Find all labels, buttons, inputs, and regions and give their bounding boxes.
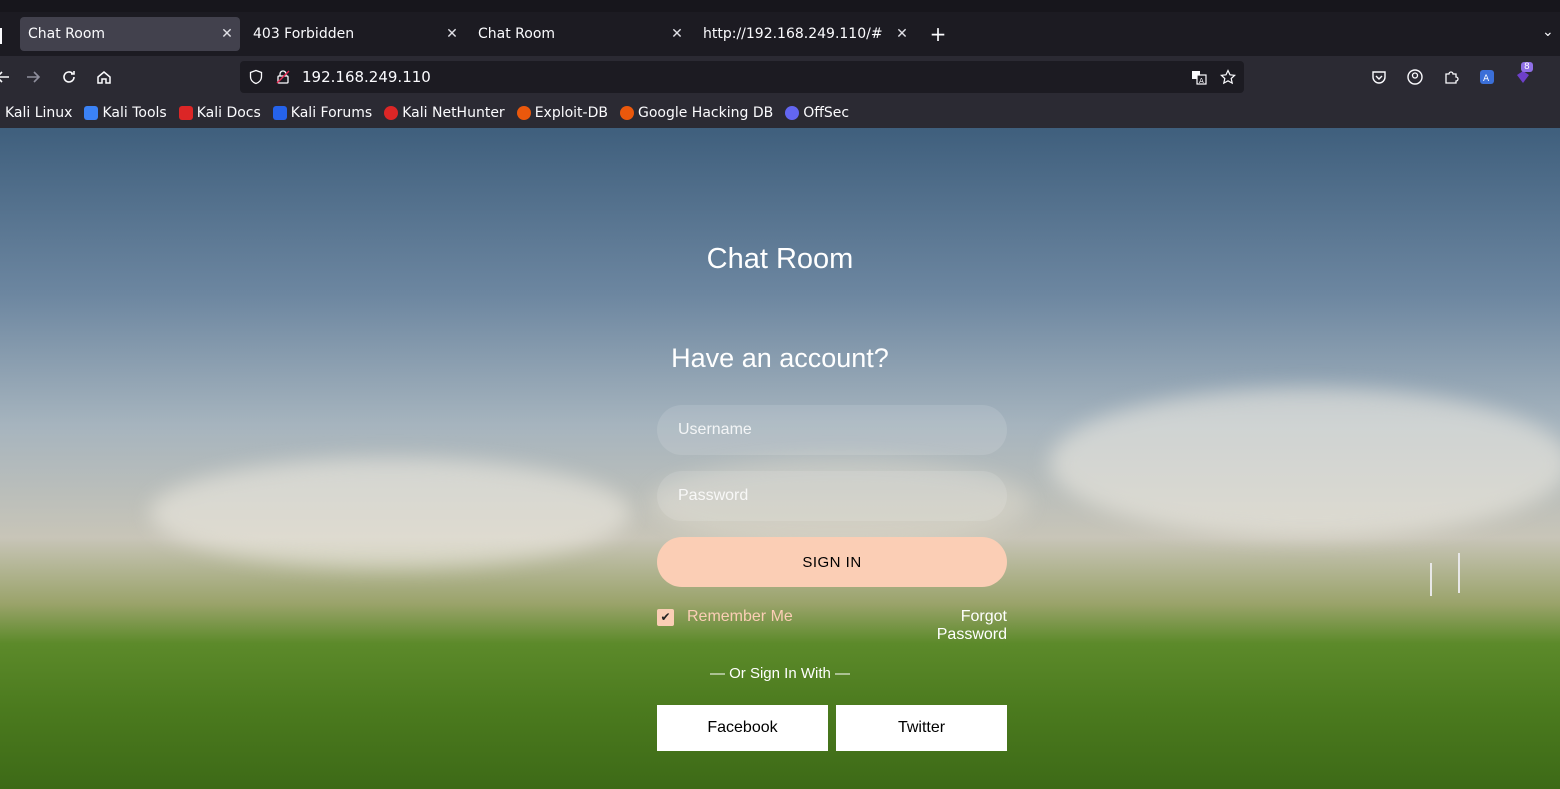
bookmark-label: Google Hacking DB	[637, 105, 774, 121]
username-input[interactable]	[657, 405, 1007, 455]
bookmark-kali-docs[interactable]: Kali Docs	[178, 105, 261, 121]
exploit-db-icon	[516, 106, 531, 120]
bookmark-kali-linux[interactable]: Kali Linux	[5, 105, 72, 121]
pocket-icon	[1372, 71, 1386, 84]
puzzle-icon	[1445, 71, 1459, 84]
extensions-button[interactable]	[1438, 64, 1464, 90]
shield-icon[interactable]	[247, 68, 265, 86]
svg-text:A: A	[1199, 77, 1204, 85]
account-button[interactable]	[1402, 64, 1428, 90]
password-input[interactable]	[657, 471, 1007, 521]
back-button[interactable]	[0, 64, 16, 90]
account-icon	[1407, 69, 1423, 85]
svg-text:A: A	[1483, 74, 1490, 84]
bookmarks-bar: Kali Linux Kali Tools Kali Docs Kali For…	[0, 98, 1560, 128]
forward-arrow-icon	[27, 71, 41, 83]
bookmark-label: Kali Tools	[102, 105, 167, 121]
remember-me[interactable]: ✔ Remember Me	[657, 608, 793, 626]
url-text: 192.168.249.110	[302, 68, 431, 86]
bookmark-exploit-db[interactable]: Exploit-DB	[516, 105, 608, 121]
ghdb-icon	[619, 106, 634, 120]
tab-chat-room[interactable]: Chat Room ✕	[470, 17, 690, 51]
close-icon[interactable]: ✕	[439, 26, 465, 42]
bookmark-offsec[interactable]: OffSec	[785, 105, 849, 121]
bookmark-star-icon[interactable]	[1219, 68, 1237, 86]
pocket-button[interactable]	[1366, 64, 1392, 90]
home-button[interactable]	[91, 64, 117, 90]
wind-turbine	[1458, 553, 1460, 593]
tab-title: Chat Room	[28, 26, 106, 42]
extension-badge: 8	[1521, 62, 1533, 72]
navigation-bar: 192.168.249.110 A A 8	[0, 56, 1560, 98]
app-title: Chat Room	[706, 243, 854, 275]
chevron-down-icon[interactable]: ⌄	[1542, 24, 1554, 40]
bookmark-kali-nethunter[interactable]: Kali NetHunter	[384, 105, 505, 121]
login-heading: Have an account?	[671, 343, 889, 373]
kali-docs-icon	[178, 106, 193, 120]
lock-icon[interactable]	[274, 68, 292, 86]
close-icon[interactable]: ✕	[214, 26, 240, 42]
sign-in-button[interactable]: SIGN IN	[657, 537, 1007, 587]
offsec-icon	[785, 106, 800, 120]
wind-turbine	[1430, 563, 1432, 596]
remember-checkbox[interactable]: ✔	[657, 608, 674, 626]
background-cloud	[1050, 388, 1560, 538]
forgot-password-link[interactable]: Forgot Password	[889, 608, 1007, 644]
back-arrow-icon	[0, 71, 9, 83]
new-tab-button[interactable]: +	[926, 22, 950, 46]
bookmark-ghdb[interactable]: Google Hacking DB	[619, 105, 774, 121]
forward-button[interactable]	[20, 64, 46, 90]
twitter-button[interactable]: Twitter	[836, 705, 1007, 751]
login-page: Chat Room Have an account? SIGN IN ✔ Rem…	[0, 128, 1560, 789]
reload-button[interactable]	[56, 64, 82, 90]
bookmark-label: Kali NetHunter	[402, 105, 505, 121]
tab-title: http://192.168.249.110/#	[703, 26, 883, 42]
tab-url[interactable]: http://192.168.249.110/# ✕	[695, 17, 915, 51]
bookmark-kali-forums[interactable]: Kali Forums	[272, 105, 373, 121]
or-sign-in-divider: — Or Sign In With —	[709, 665, 851, 682]
close-icon[interactable]: ✕	[664, 26, 690, 42]
bookmark-label: OffSec	[803, 105, 850, 121]
tab-title: Chat Room	[478, 26, 556, 42]
os-top-strip	[0, 0, 1560, 12]
kali-nethunter-icon	[384, 106, 399, 120]
bookmark-label: Kali Forums	[290, 105, 373, 121]
facebook-button[interactable]: Facebook	[657, 705, 828, 751]
tab-scroll-edge	[0, 28, 2, 44]
tab-chat-room-active[interactable]: Chat Room ✕	[20, 17, 240, 51]
tab-403-forbidden[interactable]: 403 Forbidden ✕	[245, 17, 465, 51]
translate-extension-icon: A	[1480, 70, 1494, 84]
reload-icon	[63, 71, 75, 83]
url-bar[interactable]: 192.168.249.110 A	[240, 61, 1244, 93]
close-icon[interactable]: ✕	[889, 26, 915, 42]
tab-bar: Chat Room ✕ 403 Forbidden ✕ Chat Room ✕ …	[0, 12, 1560, 56]
kali-forums-icon	[272, 106, 287, 120]
bookmark-label: Kali Linux	[5, 105, 73, 121]
bookmark-label: Kali Docs	[196, 105, 261, 121]
home-icon	[97, 71, 111, 84]
bookmark-kali-tools[interactable]: Kali Tools	[84, 105, 167, 121]
translate-extension-button[interactable]: A	[1474, 64, 1500, 90]
kali-tools-icon	[84, 106, 99, 120]
bookmark-label: Exploit-DB	[534, 105, 608, 121]
tab-title: 403 Forbidden	[253, 26, 355, 42]
background-cloud	[150, 458, 630, 568]
translate-icon[interactable]: A	[1190, 68, 1208, 86]
remember-label: Remember Me	[687, 608, 793, 625]
